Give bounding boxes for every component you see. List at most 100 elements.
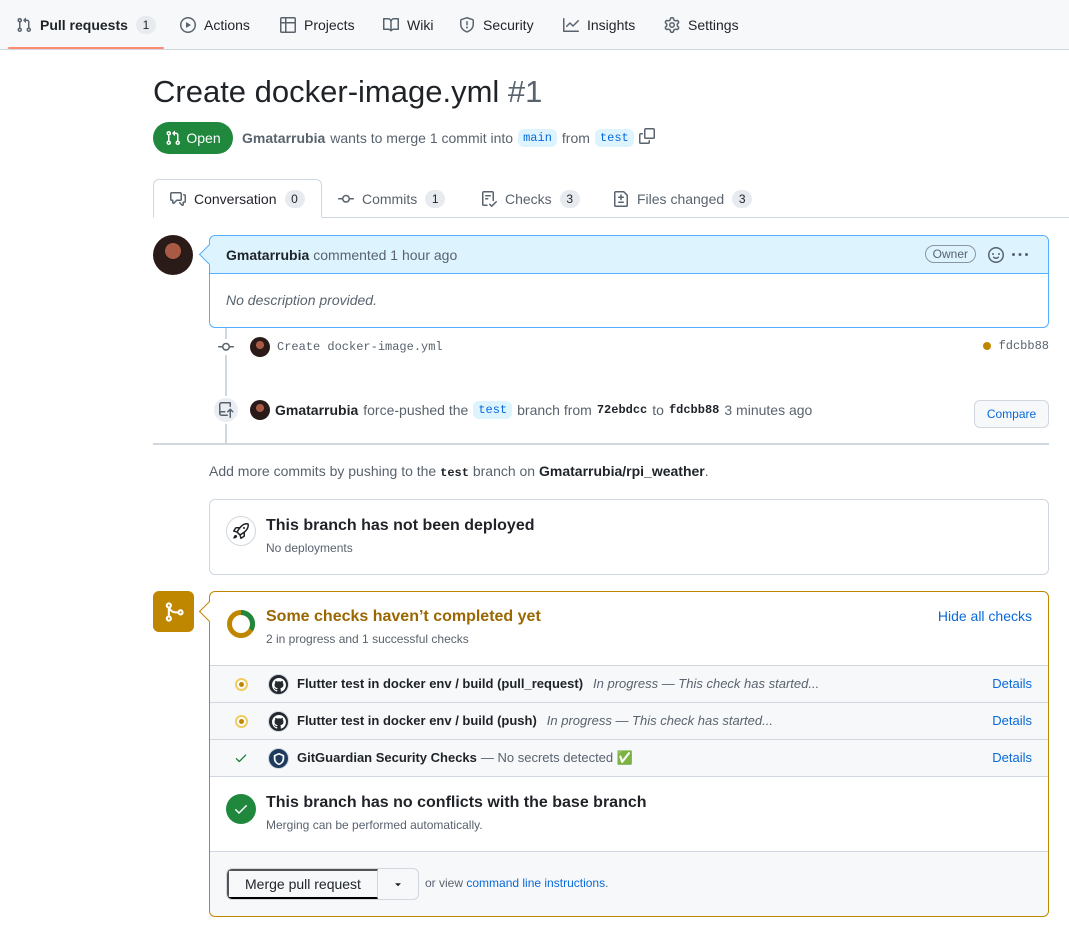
page-title: Create docker-image.yml #1 xyxy=(153,74,542,110)
check-details-link[interactable]: Details xyxy=(992,750,1032,765)
copy-icon xyxy=(638,128,655,144)
checks-subtitle: 2 in progress and 1 successful checks xyxy=(266,632,469,646)
shield-icon xyxy=(460,17,474,33)
kebab-horizontal-icon xyxy=(1012,253,1028,256)
hide-checks-link[interactable]: Hide all checks xyxy=(938,608,1032,624)
from-text: from xyxy=(561,129,590,146)
from-sha-link[interactable]: 72ebdcc xyxy=(597,403,647,417)
checks-progress-ring-icon xyxy=(227,609,256,638)
table-icon xyxy=(280,17,296,33)
avatar[interactable] xyxy=(250,337,270,357)
check-details-link[interactable]: Details xyxy=(992,713,1032,728)
check-status-text: In progress — This check has started... xyxy=(593,676,820,691)
nav-label: Pull requests xyxy=(40,17,128,33)
force-push-node xyxy=(212,396,240,424)
repo-link[interactable]: Gmatarrubia/rpi_weather xyxy=(539,463,705,479)
check-name: Flutter test in docker env / build (push… xyxy=(297,713,537,728)
github-icon xyxy=(268,711,289,732)
owner-badge: Owner xyxy=(924,245,976,263)
check-details-link[interactable]: Details xyxy=(992,676,1032,691)
pr-title-text: Create docker-image.yml xyxy=(153,74,500,109)
commit-message-link[interactable]: Create docker-image.yml xyxy=(277,340,443,354)
timeline-end-divider xyxy=(153,443,1049,445)
nav-actions[interactable]: Actions xyxy=(172,8,258,42)
deployment-box: This branch has not been deployed No dep… xyxy=(209,499,1049,575)
merge-method-dropdown[interactable] xyxy=(378,869,418,899)
push-author-link[interactable]: Gmatarrubia xyxy=(275,402,358,418)
git-commit-icon xyxy=(338,194,354,203)
comment-options-button[interactable] xyxy=(1012,247,1028,263)
base-branch-link[interactable]: main xyxy=(518,128,557,147)
nav-wiki[interactable]: Wiki xyxy=(375,8,441,42)
compare-button[interactable]: Compare xyxy=(974,400,1049,428)
push-text: branch from xyxy=(517,402,592,418)
check-name: Flutter test in docker env / build (pull… xyxy=(297,676,584,691)
smiley-icon xyxy=(988,247,1004,263)
push-hint: Add more commits by pushing to the test … xyxy=(209,463,709,480)
avatar[interactable] xyxy=(250,400,270,420)
check-status-text: — No secrets detected ✅ xyxy=(480,750,633,765)
nav-insights[interactable]: Insights xyxy=(555,8,643,42)
play-icon xyxy=(180,17,196,33)
github-icon xyxy=(268,674,289,695)
tab-counter: 3 xyxy=(732,189,753,208)
comment-box: Gmatarrubia commented 1 hour ago Owner N… xyxy=(209,235,1049,328)
nav-projects[interactable]: Projects xyxy=(272,8,363,42)
comment-author-link[interactable]: Gmatarrubia xyxy=(226,247,309,263)
copy-branch-button[interactable] xyxy=(638,128,655,147)
status-badge: Open xyxy=(153,122,233,154)
file-diff-icon xyxy=(614,190,628,207)
check-name: GitGuardian Security Checks xyxy=(297,750,477,765)
commit-sha-link[interactable]: fdcbb88 xyxy=(999,339,1049,353)
push-text: force-pushed the xyxy=(363,402,469,418)
comment-body: No description provided. xyxy=(226,292,377,308)
note-text: . xyxy=(605,876,609,890)
tab-label: Conversation xyxy=(194,190,277,207)
command-line-instructions-link[interactable]: command line instructions xyxy=(466,876,605,890)
add-reaction-button[interactable] xyxy=(988,247,1004,263)
avatar[interactable] xyxy=(153,235,193,275)
conflict-title: This branch has no conflicts with the ba… xyxy=(266,794,647,811)
conflict-subtitle: Merging can be performed automatically. xyxy=(266,818,483,832)
check-row: Flutter test in docker env / build (push… xyxy=(210,703,1048,740)
tab-files-changed[interactable]: Files changed 3 xyxy=(597,179,768,218)
nav-label: Settings xyxy=(688,17,739,33)
hint-text: branch on xyxy=(472,463,536,479)
nav-settings[interactable]: Settings xyxy=(656,8,747,42)
tab-checks[interactable]: Checks 3 xyxy=(465,179,596,218)
pending-status-dot[interactable] xyxy=(982,342,991,350)
deploy-title: This branch has not been deployed xyxy=(266,517,535,534)
head-branch-link[interactable]: test xyxy=(594,128,634,147)
merge-pull-request-button[interactable]: Merge pull request xyxy=(227,869,378,899)
check-status-text: In progress — This check has started... xyxy=(546,713,773,728)
hint-branch: test xyxy=(440,466,469,480)
graph-icon xyxy=(563,18,579,32)
nav-label: Actions xyxy=(204,17,250,33)
push-text: to xyxy=(652,402,664,418)
commit-row: Create docker-image.yml xyxy=(250,337,443,357)
push-branch-link[interactable]: test xyxy=(473,401,513,419)
nav-label: Insights xyxy=(587,17,636,33)
pr-number: #1 xyxy=(507,74,543,109)
merge-note: or view command line instructions. xyxy=(425,876,608,890)
check-row: Flutter test in docker env / build (pull… xyxy=(210,666,1048,703)
nav-label: Projects xyxy=(304,17,355,33)
tab-counter: 0 xyxy=(284,189,305,208)
pr-counter: 1 xyxy=(135,16,156,34)
comment-header: Gmatarrubia commented 1 hour ago Owner xyxy=(210,236,1048,274)
pr-meta: Gmatarrubia wants to merge 1 commit into… xyxy=(242,128,655,147)
nav-security[interactable]: Security xyxy=(451,8,542,42)
checks-title: Some checks haven’t completed yet xyxy=(266,608,541,625)
merge-text: wants to merge 1 commit into xyxy=(330,129,514,146)
git-merge-icon xyxy=(153,591,194,632)
tab-counter: 1 xyxy=(425,189,446,208)
check-circle-icon xyxy=(226,794,256,824)
tab-conversation[interactable]: Conversation 0 xyxy=(153,179,322,218)
to-sha-link[interactable]: fdcbb88 xyxy=(669,403,719,417)
triangle-down-icon xyxy=(395,883,401,887)
git-pull-request-icon xyxy=(17,17,32,33)
hint-text: . xyxy=(704,463,709,479)
nav-pull-requests[interactable]: Pull requests 1 xyxy=(8,8,164,42)
tab-commits[interactable]: Commits 1 xyxy=(322,179,461,218)
pr-author-link[interactable]: Gmatarrubia xyxy=(242,130,325,146)
